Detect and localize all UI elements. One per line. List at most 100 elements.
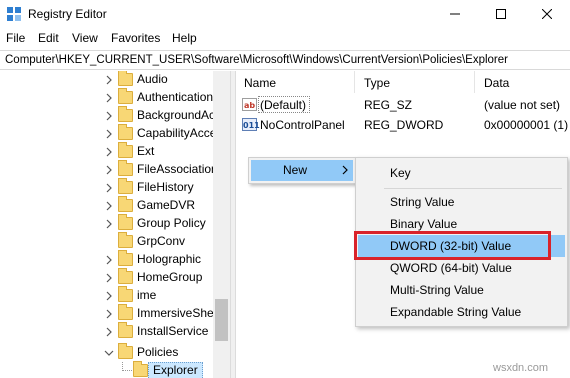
submenu-item-label: Expandable String Value — [390, 305, 522, 319]
tree-item-label: BackgroundAc — [137, 108, 216, 122]
menu-bar: File Edit View Favorites Help — [0, 30, 570, 48]
folder-icon — [118, 106, 133, 122]
menu-view[interactable]: View — [72, 31, 98, 45]
menu-item-new[interactable]: New — [251, 160, 353, 181]
column-divider[interactable] — [354, 71, 355, 93]
chevron-right-icon[interactable] — [104, 291, 114, 301]
menu-edit[interactable]: Edit — [38, 31, 59, 45]
tree-item-label: InstallService — [137, 324, 209, 338]
chevron-right-icon[interactable] — [104, 183, 114, 193]
chevron-right-icon[interactable] — [104, 129, 114, 139]
tree-item[interactable]: HomeGroup — [0, 268, 213, 287]
folder-icon — [118, 71, 133, 86]
tree-item[interactable]: GameDVR — [0, 196, 213, 215]
submenu-item-key[interactable]: Key — [358, 162, 565, 184]
folder-icon — [118, 124, 133, 140]
submenu-item-label: Multi-String Value — [390, 283, 484, 297]
title-bar: Registry Editor — [0, 0, 570, 28]
tree-item-label: Policies — [137, 345, 179, 359]
tree-item-label: Ext — [137, 144, 155, 158]
submenu-item-expandable-string-value[interactable]: Expandable String Value — [358, 301, 565, 323]
chevron-right-icon[interactable] — [104, 327, 114, 337]
minimize-icon — [450, 13, 460, 15]
window-title: Registry Editor — [28, 7, 107, 21]
folder-icon — [118, 304, 133, 320]
chevron-right-icon[interactable] — [104, 75, 114, 85]
submenu-item-string-value[interactable]: String Value — [358, 191, 565, 213]
tree-item-label: FileAssociation — [137, 162, 218, 176]
chevron-right-icon[interactable] — [104, 255, 114, 265]
submenu-item-label: Key — [390, 166, 411, 180]
chevron-right-icon[interactable] — [104, 219, 114, 229]
menu-favorites[interactable]: Favorites — [111, 31, 160, 45]
column-divider[interactable] — [474, 71, 475, 93]
tree-item-label: Holographic — [137, 252, 202, 266]
value-row[interactable]: 011 NoControlPanel REG_DWORD 0x00000001 … — [236, 115, 570, 135]
value-type: REG_DWORD — [364, 118, 444, 132]
column-name[interactable]: Name — [244, 76, 276, 90]
menu-help[interactable]: Help — [172, 31, 197, 45]
tree-item-label: ime — [137, 288, 157, 302]
address-bar[interactable]: Computer\HKEY_CURRENT_USER\Software\Micr… — [0, 50, 570, 70]
tree-scrollbar[interactable] — [213, 71, 230, 378]
value-data: 0x00000001 (1) — [484, 118, 569, 132]
address-path[interactable]: Computer\HKEY_CURRENT_USER\Software\Micr… — [5, 54, 508, 66]
scrollbar-thumb[interactable] — [215, 299, 228, 341]
minimize-button[interactable] — [432, 0, 478, 28]
tree-item[interactable]: CapabilityAcce — [0, 124, 216, 143]
tree-item-label: Explorer — [153, 363, 198, 377]
tree-item-explorer[interactable]: Explorer — [0, 361, 213, 378]
tree-item[interactable]: FileHistory — [0, 178, 213, 197]
chevron-right-icon[interactable] — [104, 309, 114, 319]
folder-icon — [118, 250, 133, 266]
folder-icon — [118, 214, 133, 230]
folder-icon — [118, 178, 133, 194]
column-type[interactable]: Type — [364, 76, 390, 90]
registry-icon — [7, 7, 21, 21]
chevron-right-icon[interactable] — [104, 165, 114, 175]
tree-item[interactable]: Ext — [0, 142, 213, 161]
chevron-down-icon[interactable] — [104, 348, 114, 358]
tree-item[interactable]: ImmersiveShel — [0, 304, 217, 323]
folder-icon — [118, 286, 133, 302]
chevron-right-icon[interactable] — [104, 201, 114, 211]
tree-item[interactable]: ime — [0, 286, 213, 305]
maximize-button[interactable] — [478, 0, 524, 28]
folder-icon — [118, 232, 133, 248]
tree-item[interactable]: InstallService — [0, 322, 213, 341]
column-data[interactable]: Data — [484, 76, 509, 90]
tree-item[interactable]: Group Policy — [0, 214, 213, 233]
menu-file[interactable]: File — [6, 31, 25, 45]
chevron-right-icon[interactable] — [104, 93, 114, 103]
folder-icon — [133, 361, 148, 377]
folder-icon — [118, 322, 133, 338]
submenu-item-qword-value[interactable]: QWORD (64-bit) Value — [358, 257, 565, 279]
menu-separator — [384, 188, 562, 189]
tree-item-label: HomeGroup — [137, 270, 203, 284]
tree-item[interactable]: BackgroundAc — [0, 106, 216, 125]
tree-item[interactable]: Authentication — [0, 88, 214, 107]
tree-item-label: GrpConv — [137, 234, 186, 248]
annotation-highlight-box — [354, 231, 551, 260]
folder-icon — [118, 196, 133, 212]
chevron-right-icon[interactable] — [104, 273, 114, 283]
submenu-item-multi-string-value[interactable]: Multi-String Value — [358, 279, 565, 301]
tree-item[interactable]: Holographic — [0, 250, 213, 269]
tree-item-label: ImmersiveShel — [137, 306, 217, 320]
tree-item-label: Authentication — [137, 90, 214, 104]
close-button[interactable] — [524, 0, 570, 28]
folder-icon — [118, 268, 133, 284]
tree-item[interactable]: GrpConv — [0, 232, 213, 251]
watermark: wsxdn.com — [493, 362, 549, 374]
tree-item-policies[interactable]: Policies — [0, 343, 213, 362]
value-row[interactable]: ab (Default) REG_SZ (value not set) — [236, 95, 570, 115]
key-tree[interactable]: Audio Authentication BackgroundAc Capabi… — [0, 71, 230, 378]
tree-connector — [122, 362, 132, 371]
chevron-right-icon[interactable] — [104, 111, 114, 121]
chevron-right-icon[interactable] — [104, 147, 114, 157]
tree-item[interactable]: Audio — [0, 71, 213, 89]
folder-icon — [118, 160, 133, 176]
tree-item[interactable]: FileAssociation — [0, 160, 218, 179]
tree-item-label: Group Policy — [137, 216, 206, 230]
close-icon — [542, 9, 552, 19]
